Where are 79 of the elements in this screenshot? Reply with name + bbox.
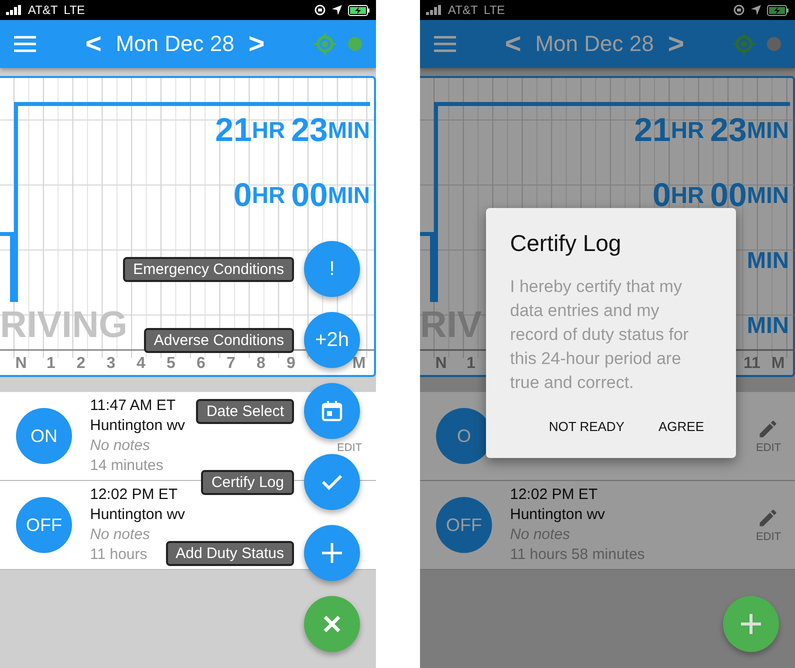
plus-icon	[322, 543, 342, 563]
location-arrow-icon	[751, 5, 761, 15]
hour-label: 4	[136, 355, 146, 373]
entry-time: 12:02 PM ET	[510, 485, 598, 505]
duty-status-circle[interactable]: OFF	[16, 497, 72, 553]
hour-label: 5	[166, 355, 176, 373]
hour-label: 8	[256, 355, 266, 373]
date-title: Mon Dec 28	[116, 31, 234, 57]
dialog-button[interactable]: NOT READY	[536, 409, 636, 444]
entry-location: Huntington wv	[90, 416, 186, 436]
action-tooltip: Add Duty Status	[166, 540, 294, 566]
hour-label: 2	[76, 355, 86, 373]
pencil-icon[interactable]	[757, 418, 780, 440]
signal-icon	[6, 5, 22, 15]
hour-label: 1	[466, 355, 476, 373]
entry-location: Huntington wv	[510, 505, 606, 525]
rotation-lock-icon	[733, 4, 745, 16]
carrier-name: AT&T	[448, 3, 478, 17]
hour-label: 1	[46, 355, 56, 373]
fab-toggle-button[interactable]	[723, 596, 779, 652]
menu-icon[interactable]	[14, 36, 36, 52]
battery-icon	[348, 4, 370, 16]
time-reading: MIN	[746, 246, 789, 274]
gps-target-icon	[733, 33, 755, 55]
hour-label: 9	[286, 355, 296, 373]
fab-toggle-button[interactable]	[304, 596, 360, 652]
hour-label: 7	[226, 355, 236, 373]
entry-notes: No notes	[90, 436, 150, 456]
previous-day-button[interactable]: <	[85, 28, 102, 60]
next-day-button[interactable]: >	[248, 28, 265, 60]
time-reading: 0HR 00MIN	[652, 175, 789, 215]
entry-duration: 14 minutes	[90, 456, 164, 476]
pencil-icon[interactable]	[757, 507, 780, 529]
duty-status-circle[interactable]: ON	[16, 408, 72, 464]
rotation-lock-icon	[314, 4, 326, 16]
hour-label: 11	[742, 355, 762, 373]
gps-target-icon	[314, 33, 336, 55]
action-tooltip: Emergency Conditions	[123, 256, 294, 282]
duty-status-label: RIVING	[0, 304, 128, 346]
close-icon	[322, 614, 342, 634]
dialog-title: Certify Log	[510, 230, 622, 257]
carrier-name: AT&T	[28, 3, 58, 17]
menu-icon[interactable]	[434, 36, 456, 52]
action-tooltip: Certify Log	[201, 470, 294, 494]
edit-label[interactable]: EDIT	[756, 442, 781, 454]
edit-label[interactable]: EDIT	[336, 442, 362, 454]
date-title: Mon Dec 28	[535, 31, 654, 57]
dialog-button[interactable]: AGREE	[646, 409, 716, 444]
check-icon	[321, 473, 343, 491]
signal-icon	[426, 5, 442, 15]
entry-duration: 11 hours	[90, 545, 148, 565]
calendar-icon	[321, 400, 343, 422]
hour-label: N	[14, 355, 28, 373]
hour-label: M	[770, 355, 786, 373]
hour-label: 3	[106, 355, 116, 373]
network-type: LTE	[484, 3, 505, 17]
entry-location: Huntington wv	[90, 505, 186, 525]
previous-day-button[interactable]: <	[504, 28, 522, 60]
duty-status-circle[interactable]: OFF	[436, 497, 492, 553]
time-reading: 0HR 00MIN	[234, 175, 370, 215]
next-day-button[interactable]: >	[668, 28, 684, 60]
time-reading: 21HR 23MIN	[634, 110, 789, 150]
hour-label: N	[434, 355, 448, 373]
time-reading: 21HR 23MIN	[215, 110, 370, 150]
location-arrow-icon	[332, 5, 342, 15]
battery-icon	[767, 4, 789, 16]
entry-notes: No notes	[90, 525, 150, 545]
hour-label: 6	[196, 355, 206, 373]
entry-notes: No notes	[510, 525, 570, 545]
action-tooltip: Adverse Conditions	[144, 328, 294, 352]
plus-icon	[740, 613, 762, 635]
entry-time: 12:02 PM ET	[90, 485, 178, 505]
dialog-message: I hereby certify that my data entries and my record of duty status for this 24-hour period are true and correct.	[510, 276, 690, 394]
entry-duration: 11 hours 58 minutes	[510, 545, 645, 565]
action-tooltip: Date Select	[196, 398, 294, 424]
edit-label[interactable]: EDIT	[756, 531, 781, 543]
time-reading: MIN	[746, 310, 789, 340]
entry-time: 11:47 AM ET	[90, 396, 176, 416]
network-type: LTE	[64, 3, 85, 17]
